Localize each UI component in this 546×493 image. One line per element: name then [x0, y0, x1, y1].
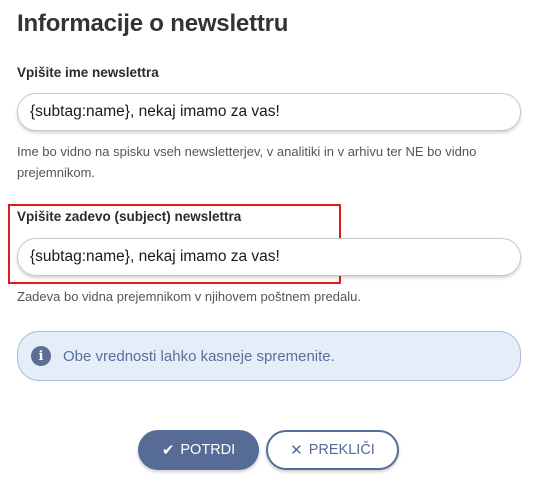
- newsletter-subject-label: Vpišite zadevo (subject) newslettra: [17, 209, 242, 224]
- cancel-button[interactable]: ✕ PREKLIČI: [266, 430, 399, 470]
- check-icon: ✔: [161, 442, 175, 459]
- newsletter-subject-help: Zadeva bo vidna prejemnikom v njihovem p…: [17, 289, 361, 304]
- info-icon: i: [31, 346, 51, 366]
- page-title: Informacije o newslettru: [17, 10, 289, 37]
- confirm-button[interactable]: ✔ POTRDI: [138, 430, 259, 470]
- newsletter-subject-input[interactable]: [17, 238, 521, 276]
- newsletter-name-help: Ime bo vidno na spisku vseh newsletterje…: [17, 144, 477, 180]
- close-icon: ✕: [290, 442, 303, 459]
- newsletter-name-label: Vpišite ime newslettra: [17, 65, 159, 80]
- confirm-button-label: POTRDI: [180, 442, 236, 458]
- info-notice: i Obe vrednosti lahko kasneje spremenite…: [17, 331, 521, 381]
- cancel-button-label: PREKLIČI: [308, 442, 375, 458]
- info-notice-text: Obe vrednosti lahko kasneje spremenite.: [63, 347, 335, 365]
- newsletter-name-input[interactable]: [17, 93, 521, 131]
